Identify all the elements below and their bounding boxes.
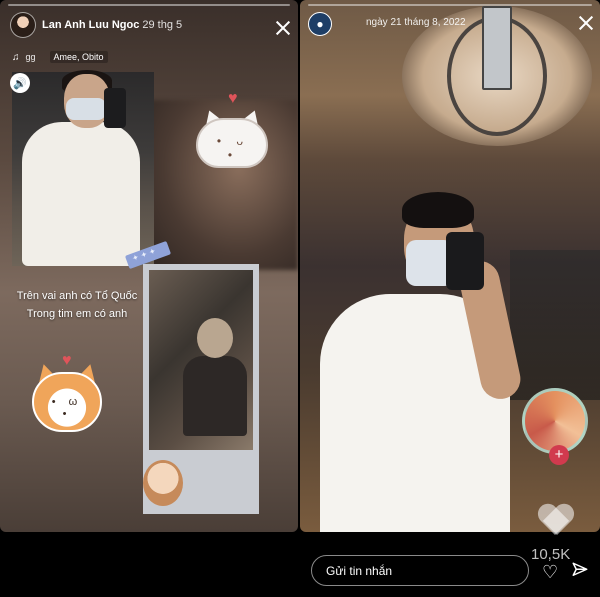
music-artist: Amee, Obito (49, 51, 108, 63)
avatar[interactable]: ● (308, 12, 332, 36)
face-mask (66, 98, 106, 120)
close-icon[interactable] (275, 20, 291, 36)
phone (446, 232, 484, 290)
person-hair (402, 192, 474, 228)
cartoon-sticker (143, 460, 183, 506)
shiba-sticker: • ω • (32, 361, 102, 432)
story-right[interactable]: ● ngày 21 tháng 8, 2022 (300, 0, 600, 532)
close-icon[interactable] (578, 15, 594, 31)
story-progress-bar (308, 4, 592, 6)
story-timestamp: 29 thg 5 (142, 19, 183, 31)
music-note-icon: ♫ (12, 51, 20, 63)
girl-body (183, 356, 247, 436)
girl-head (197, 318, 233, 358)
caption-line-1: Trên vai anh có Tổ Quốc (16, 290, 138, 302)
story-caption: Trên vai anh có Tổ Quốc Trong tim em có … (12, 288, 142, 323)
avatar[interactable] (10, 12, 36, 38)
username-text[interactable]: Lan Anh Luu Ngoc (42, 19, 139, 31)
like-heart-icon[interactable] (537, 505, 575, 539)
caption-line-2: Trong tim em có anh (26, 307, 128, 320)
progress-segment (8, 4, 290, 6)
reply-placeholder: Gửi tin nhắn (326, 563, 393, 578)
story-progress-bar (8, 4, 290, 6)
reply-input[interactable]: Gửi tin nhắn (311, 555, 529, 586)
music-track: gg (25, 52, 36, 62)
light-fixture (482, 6, 512, 90)
phone (104, 88, 126, 128)
cat-face: • ᴗ • (216, 134, 250, 162)
heart-icon[interactable]: ♡ (542, 562, 558, 583)
like-count: 10,5K (531, 546, 571, 563)
photo-girl (149, 270, 253, 450)
photo-main (12, 70, 154, 266)
person-shirt (22, 122, 140, 266)
shiba-face: • ω • (51, 396, 83, 420)
story-username[interactable]: Lan Anh Luu Ngoc 29 thg 5 (42, 19, 182, 31)
gym-equipment (510, 250, 600, 400)
story-date: ngày 21 tháng 8, 2022 (366, 17, 466, 28)
story-left[interactable]: Lan Anh Luu Ngoc 29 thg 5 ♫ gg Amee, Obit… (0, 0, 298, 532)
reaction-sticker-add[interactable] (522, 388, 588, 465)
speaker-icon[interactable]: 🔊 (10, 73, 30, 93)
person-mirror-selfie (320, 190, 525, 532)
cat-sticker: • ᴗ • (196, 106, 268, 168)
progress-segment (308, 4, 592, 6)
photo-frame-secondary (143, 264, 259, 514)
music-row[interactable]: ♫ gg Amee, Obito (12, 51, 108, 63)
send-icon[interactable] (571, 561, 589, 579)
